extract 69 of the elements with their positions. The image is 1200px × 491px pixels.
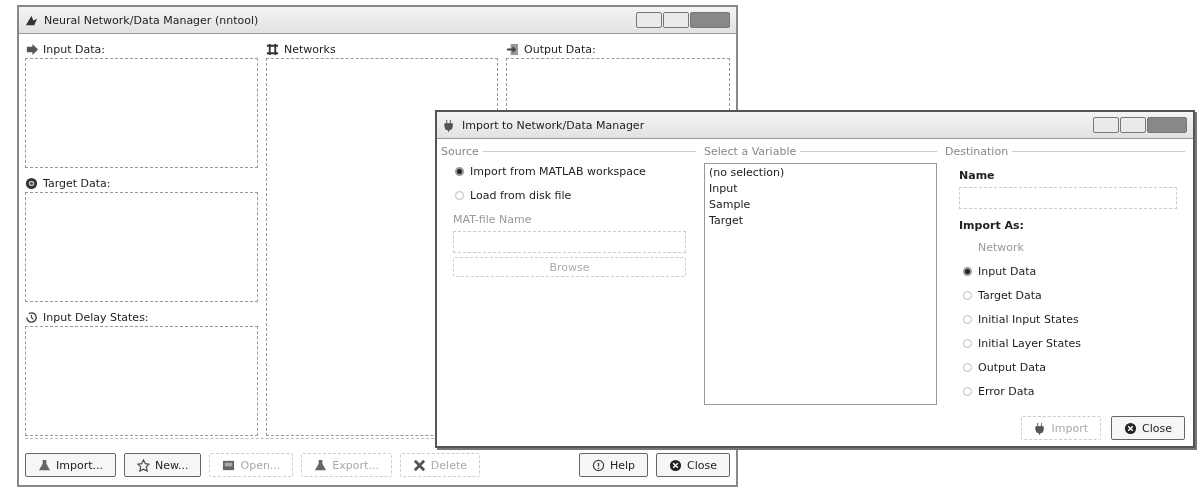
star-icon — [137, 458, 150, 472]
data-list[interactable] — [25, 192, 258, 302]
radio-button[interactable] — [963, 338, 972, 348]
section-legend: Select a Variable — [704, 144, 797, 158]
window-title: Neural Network/Data Manager (nntool) — [44, 13, 259, 27]
data-list[interactable] — [25, 58, 258, 168]
import-button: Import — [1020, 416, 1102, 440]
close-button[interactable]: Close — [1111, 416, 1185, 440]
section-legend: Source — [441, 144, 479, 158]
radio-button[interactable] — [455, 190, 464, 200]
list-item[interactable]: Sample — [709, 198, 932, 214]
data-list[interactable] — [25, 326, 258, 436]
minimize-button[interactable] — [636, 12, 662, 28]
option-label[interactable]: Initial Input States — [978, 312, 1079, 326]
field-label: Name — [958, 169, 996, 184]
file-name-field[interactable] — [453, 231, 686, 253]
flask-icon — [38, 458, 51, 472]
arrow-icon — [25, 42, 38, 56]
radio-button[interactable] — [963, 362, 972, 372]
maximize-button[interactable] — [1120, 117, 1146, 133]
list-item[interactable]: Input — [709, 182, 932, 198]
panel-label: Input Delay States: — [43, 310, 149, 324]
option-label[interactable]: Output Data — [978, 360, 1046, 374]
option-label[interactable]: Target Data — [978, 288, 1042, 302]
help-button[interactable]: Help — [578, 453, 649, 477]
radio-button[interactable] — [963, 314, 972, 324]
section-legend: Destination — [945, 144, 1009, 158]
radio-button[interactable] — [963, 290, 972, 300]
field-label: MAT-file Name — [452, 213, 533, 228]
field-label: Import As: — [958, 219, 1025, 234]
option-label[interactable]: Input Data — [978, 264, 1037, 278]
browse-button: Browse — [453, 257, 686, 277]
panel-label: Input Data: — [43, 42, 105, 56]
option-label[interactable]: Error Data — [978, 384, 1035, 398]
option-label[interactable]: Import from MATLAB workspace — [470, 164, 646, 178]
panel-label: Networks — [284, 42, 336, 56]
list-item[interactable]: Target — [709, 214, 932, 230]
export-button: Export... — [301, 453, 392, 477]
radio-button[interactable] — [963, 386, 972, 396]
name-field[interactable] — [959, 187, 1177, 209]
clock-icon — [25, 310, 38, 324]
close-icon — [1124, 421, 1138, 435]
panel-label: Target Data: — [43, 176, 111, 190]
list-item[interactable]: (no selection) — [709, 166, 932, 182]
panel-label: Output Data: — [524, 42, 596, 56]
radio-button[interactable] — [963, 266, 972, 276]
open-button: Open... — [209, 453, 294, 477]
network-icon — [266, 42, 279, 56]
option-label[interactable]: Initial Layer States — [978, 336, 1081, 350]
cross-icon — [412, 458, 426, 472]
option-label: Network — [977, 240, 1024, 254]
close-icon — [669, 458, 683, 472]
radio-button[interactable] — [455, 166, 464, 176]
new-button[interactable]: New... — [124, 453, 202, 477]
plug-icon — [443, 118, 456, 132]
help-icon — [591, 458, 605, 472]
plug-icon — [1033, 421, 1047, 435]
variable-list[interactable]: (no selection) Input Sample Target — [704, 163, 937, 405]
close-button[interactable]: Close — [656, 453, 730, 477]
output-icon — [506, 42, 519, 56]
target-icon — [25, 176, 38, 190]
delete-button: Delete — [399, 453, 480, 477]
app-icon — [25, 13, 38, 27]
window-title: Import to Network/Data Manager — [462, 118, 645, 132]
import-button[interactable]: Import... — [25, 453, 116, 477]
option-label[interactable]: Load from disk file — [470, 188, 572, 202]
maximize-button[interactable] — [663, 12, 689, 28]
flask-icon — [314, 458, 328, 472]
minimize-button[interactable] — [1093, 117, 1119, 133]
